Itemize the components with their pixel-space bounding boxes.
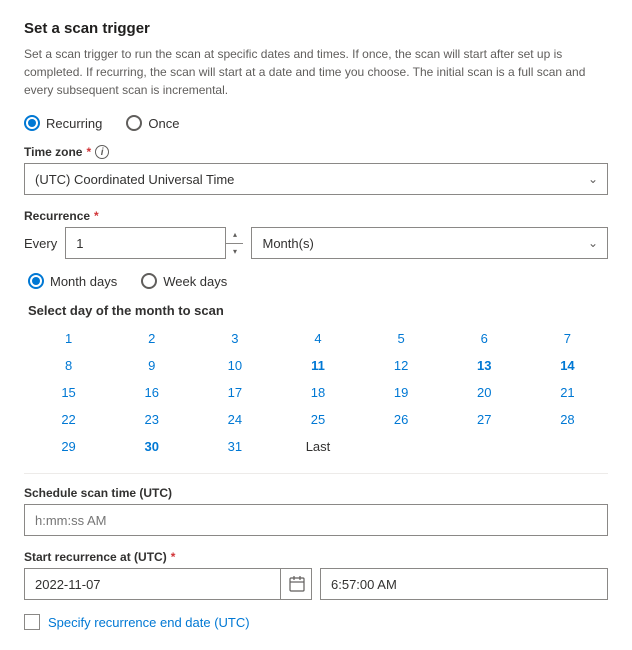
calendar-day-17[interactable]: 17 <box>194 380 275 405</box>
calendar-day-28[interactable]: 28 <box>527 407 608 432</box>
end-date-label[interactable]: Specify recurrence end date (UTC) <box>48 615 250 630</box>
calendar-day-23[interactable]: 23 <box>111 407 192 432</box>
calendar-day-20[interactable]: 20 <box>444 380 525 405</box>
calendar-day-13[interactable]: 13 <box>444 353 525 378</box>
month-days-label: Month days <box>50 274 117 289</box>
calendar-day-25[interactable]: 25 <box>277 407 358 432</box>
calendar-day-15[interactable]: 15 <box>28 380 109 405</box>
calendar-day-3[interactable]: 3 <box>194 326 275 351</box>
calendar-day-24[interactable]: 24 <box>194 407 275 432</box>
calendar-empty-cell <box>361 434 442 459</box>
page-description: Set a scan trigger to run the scan at sp… <box>24 45 608 99</box>
calendar-day-14[interactable]: 14 <box>527 353 608 378</box>
calendar-day-7[interactable]: 7 <box>527 326 608 351</box>
scan-time-wrapper <box>24 504 608 536</box>
date-input[interactable] <box>24 568 312 600</box>
calendar-day-8[interactable]: 8 <box>28 353 109 378</box>
calendar-day-11[interactable]: 11 <box>277 353 358 378</box>
start-recurrence-row <box>24 568 608 600</box>
calendar-day-16[interactable]: 16 <box>111 380 192 405</box>
timezone-info-icon[interactable]: i <box>95 145 109 159</box>
end-date-row: Specify recurrence end date (UTC) <box>24 614 608 630</box>
recurring-radio[interactable] <box>24 115 40 131</box>
timezone-required: * <box>86 145 91 159</box>
week-days-radio[interactable] <box>141 273 157 289</box>
once-radio-label[interactable]: Once <box>126 115 179 131</box>
end-date-checkbox[interactable] <box>24 614 40 630</box>
spin-up-button[interactable]: ▴ <box>226 227 243 244</box>
timezone-select[interactable]: (UTC) Coordinated Universal Time <box>24 163 608 195</box>
scan-time-input[interactable] <box>24 504 608 536</box>
calendar-day-2[interactable]: 2 <box>111 326 192 351</box>
calendar-day-12[interactable]: 12 <box>361 353 442 378</box>
month-days-radio[interactable] <box>28 273 44 289</box>
page-title: Set a scan trigger <box>24 20 608 37</box>
spin-down-button[interactable]: ▾ <box>226 244 243 260</box>
calendar-day-30[interactable]: 30 <box>111 434 192 459</box>
spin-buttons: ▴ ▾ <box>225 227 243 259</box>
timezone-select-wrapper: (UTC) Coordinated Universal Time ⌄ <box>24 163 608 195</box>
scan-time-field: Schedule scan time (UTC) <box>24 486 608 536</box>
calendar-day-26[interactable]: 26 <box>361 407 442 432</box>
trigger-type-group: Recurring Once <box>24 115 608 131</box>
calendar-day-6[interactable]: 6 <box>444 326 525 351</box>
calendar-grid: 1234567891011121314151617181920212223242… <box>28 326 608 459</box>
calendar-icon[interactable] <box>280 568 312 600</box>
start-time-input[interactable] <box>320 568 608 600</box>
calendar-empty-cell <box>527 434 608 459</box>
month-days-radio-label[interactable]: Month days <box>28 273 117 289</box>
once-radio[interactable] <box>126 115 142 131</box>
period-select-wrapper: Month(s) Week(s) Day(s) ⌄ <box>251 227 608 259</box>
recurring-label: Recurring <box>46 116 102 131</box>
date-wrapper <box>24 568 312 600</box>
recurrence-label: Recurrence * <box>24 209 608 223</box>
calendar-day-29[interactable]: 29 <box>28 434 109 459</box>
calendar-day-27[interactable]: 27 <box>444 407 525 432</box>
calendar-day-last[interactable]: Last <box>277 434 358 459</box>
timezone-field: Time zone * i (UTC) Coordinated Universa… <box>24 145 608 195</box>
once-label: Once <box>148 116 179 131</box>
calendar-label: Select day of the month to scan <box>28 303 608 318</box>
calendar-day-19[interactable]: 19 <box>361 380 442 405</box>
start-recurrence-required: * <box>171 550 176 564</box>
calendar-day-10[interactable]: 10 <box>194 353 275 378</box>
calendar-day-21[interactable]: 21 <box>527 380 608 405</box>
calendar-empty-cell <box>444 434 525 459</box>
recurring-radio-label[interactable]: Recurring <box>24 115 102 131</box>
calendar-section: Select day of the month to scan 12345678… <box>28 303 608 459</box>
calendar-day-31[interactable]: 31 <box>194 434 275 459</box>
every-label: Every <box>24 236 57 251</box>
every-number-input[interactable] <box>65 227 243 259</box>
period-select[interactable]: Month(s) Week(s) Day(s) <box>251 227 608 259</box>
start-time-wrapper <box>320 568 608 600</box>
divider <box>24 473 608 474</box>
week-days-radio-label[interactable]: Week days <box>141 273 227 289</box>
start-recurrence-field: Start recurrence at (UTC) * <box>24 550 608 600</box>
calendar-day-4[interactable]: 4 <box>277 326 358 351</box>
every-number-wrapper: ▴ ▾ <box>65 227 243 259</box>
day-type-row: Month days Week days <box>28 273 608 289</box>
recurrence-row: Every ▴ ▾ Month(s) Week(s) Day(s) ⌄ <box>24 227 608 259</box>
calendar-day-9[interactable]: 9 <box>111 353 192 378</box>
scan-time-label: Schedule scan time (UTC) <box>24 486 608 500</box>
week-days-label: Week days <box>163 274 227 289</box>
start-recurrence-label: Start recurrence at (UTC) * <box>24 550 608 564</box>
recurrence-required: * <box>94 209 99 223</box>
calendar-day-18[interactable]: 18 <box>277 380 358 405</box>
timezone-label: Time zone * i <box>24 145 608 159</box>
calendar-day-1[interactable]: 1 <box>28 326 109 351</box>
calendar-day-5[interactable]: 5 <box>361 326 442 351</box>
calendar-day-22[interactable]: 22 <box>28 407 109 432</box>
